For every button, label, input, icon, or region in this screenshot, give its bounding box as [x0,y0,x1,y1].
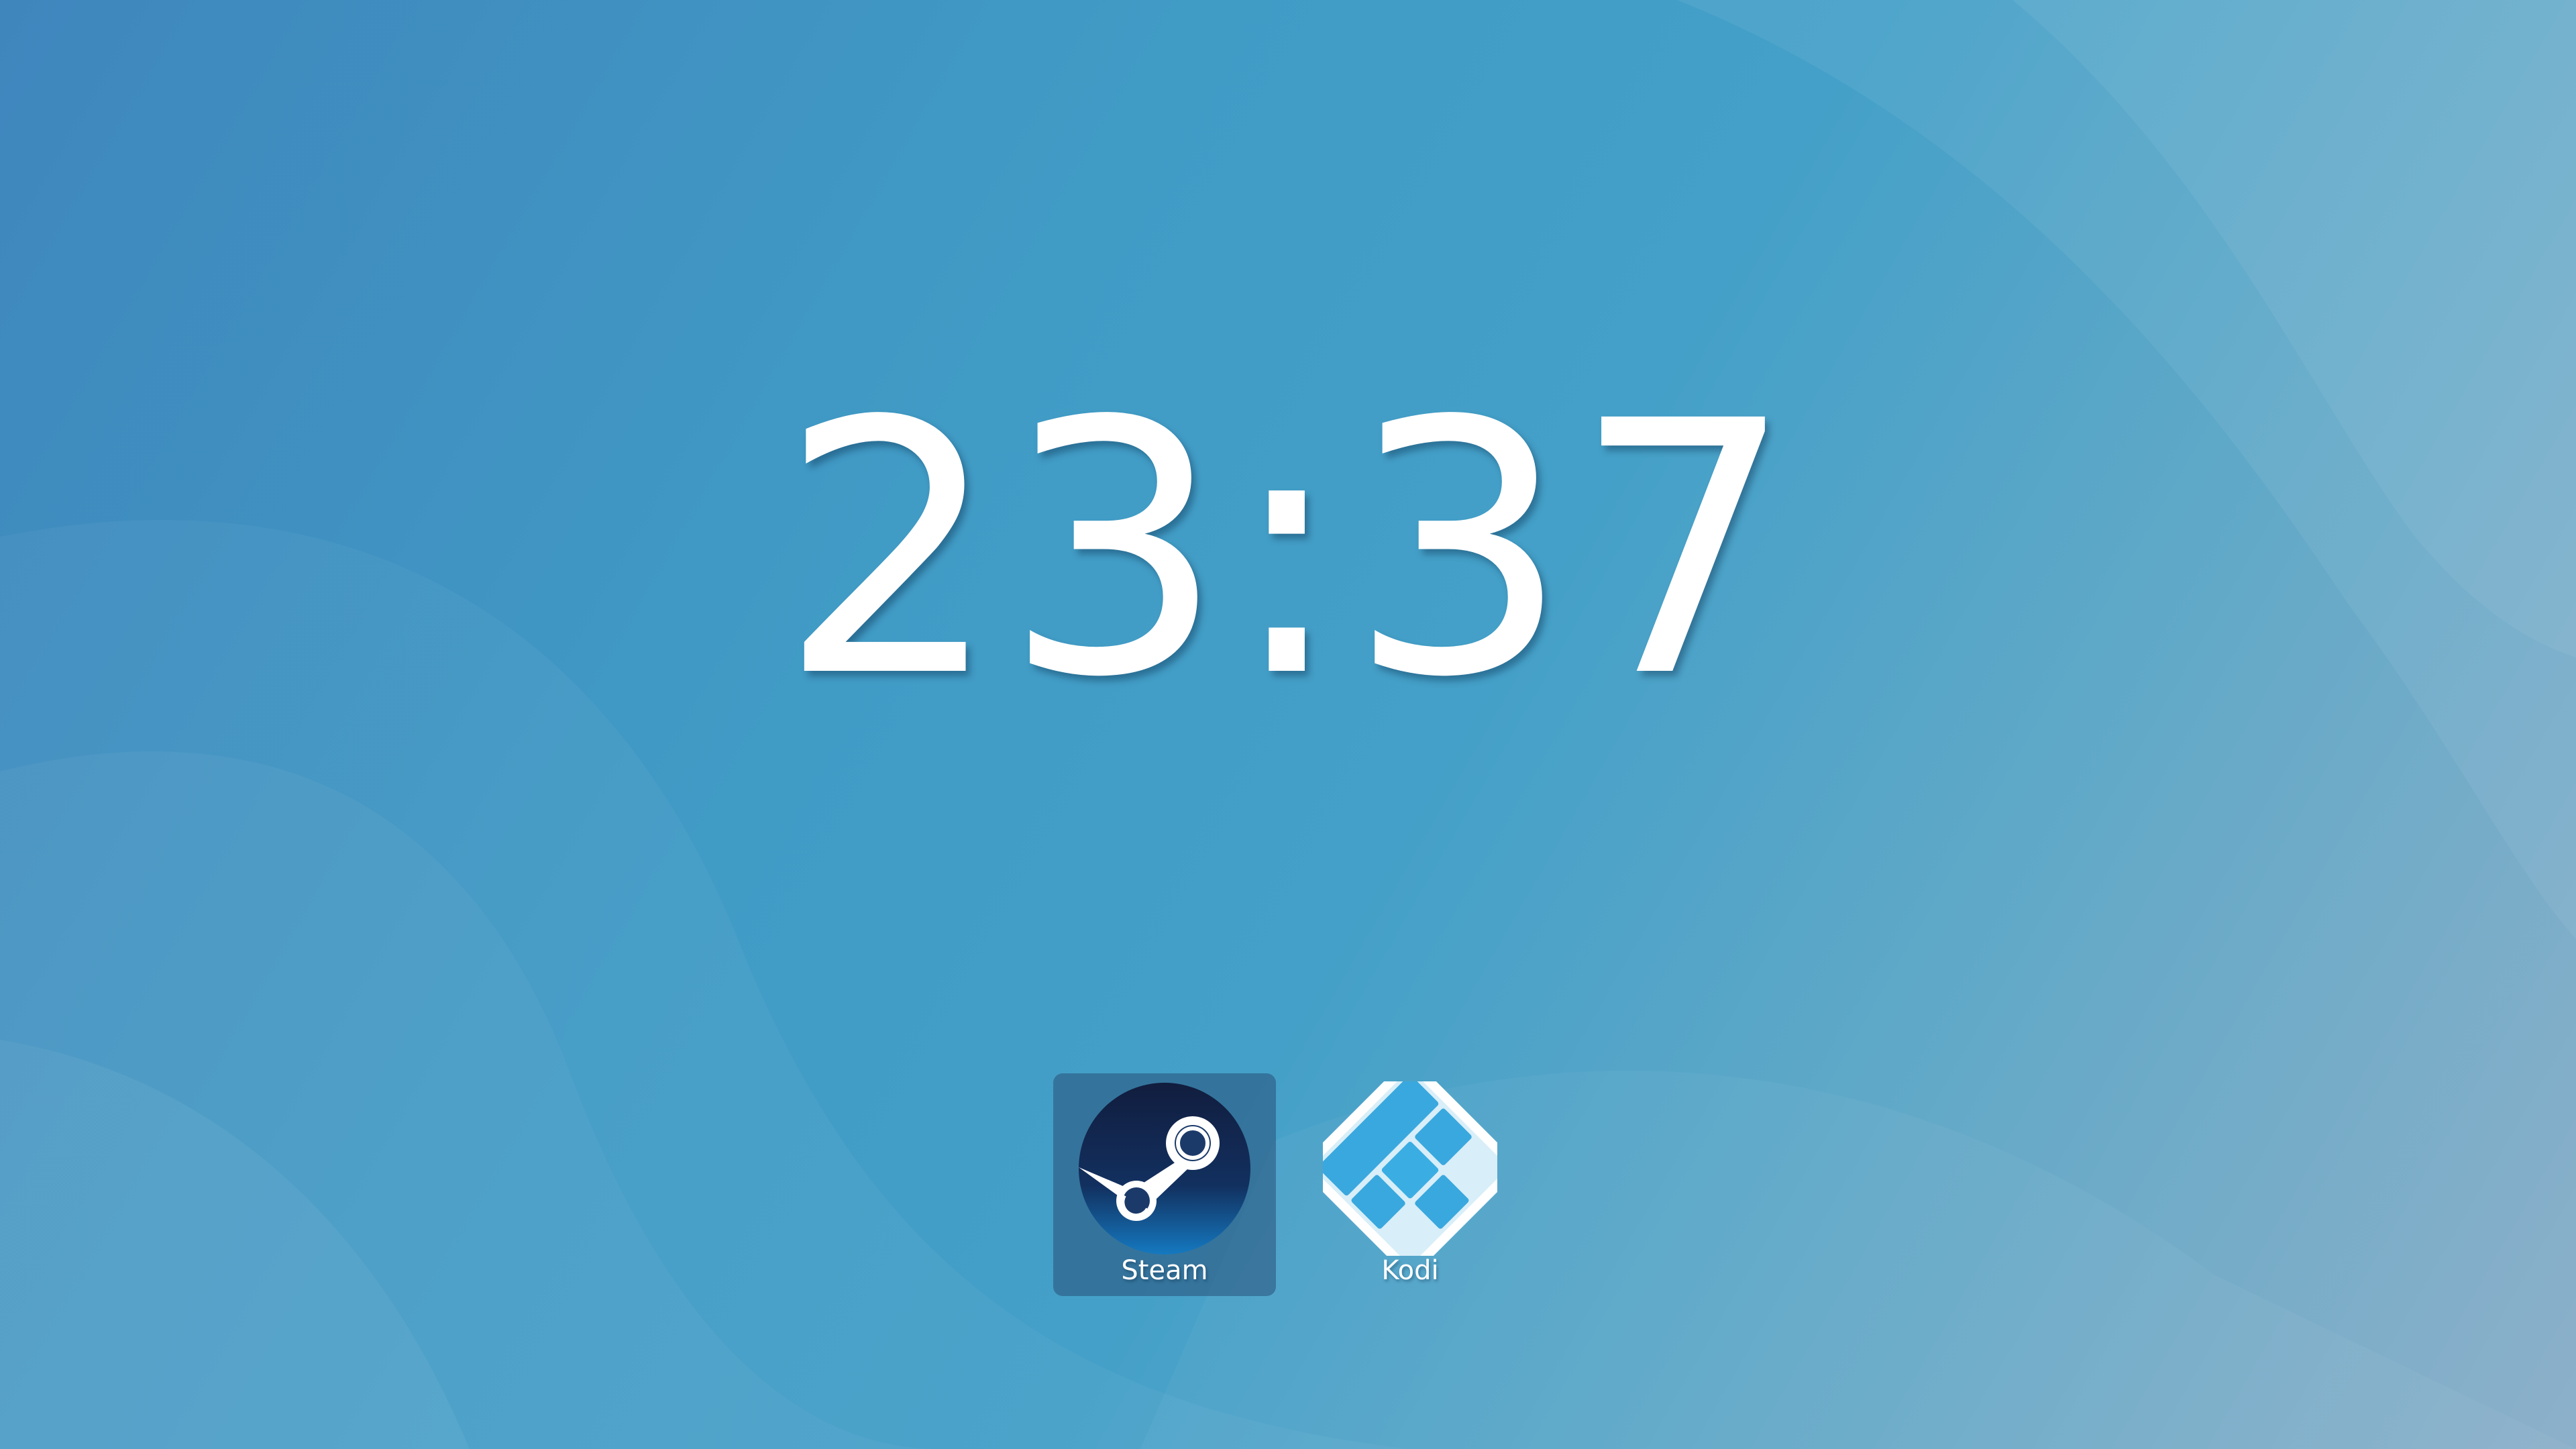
app-label-steam: Steam [1121,1255,1208,1286]
steam-icon [1079,1083,1250,1254]
kodi-icon [1323,1081,1497,1256]
app-tile-kodi[interactable]: Kodi [1299,1073,1521,1296]
app-tile-steam[interactable]: Steam [1053,1073,1276,1296]
app-launcher-row: Steam Kodi [1053,1073,1523,1296]
app-label-kodi: Kodi [1381,1255,1439,1286]
clock-time: 23:37 [778,347,1798,753]
